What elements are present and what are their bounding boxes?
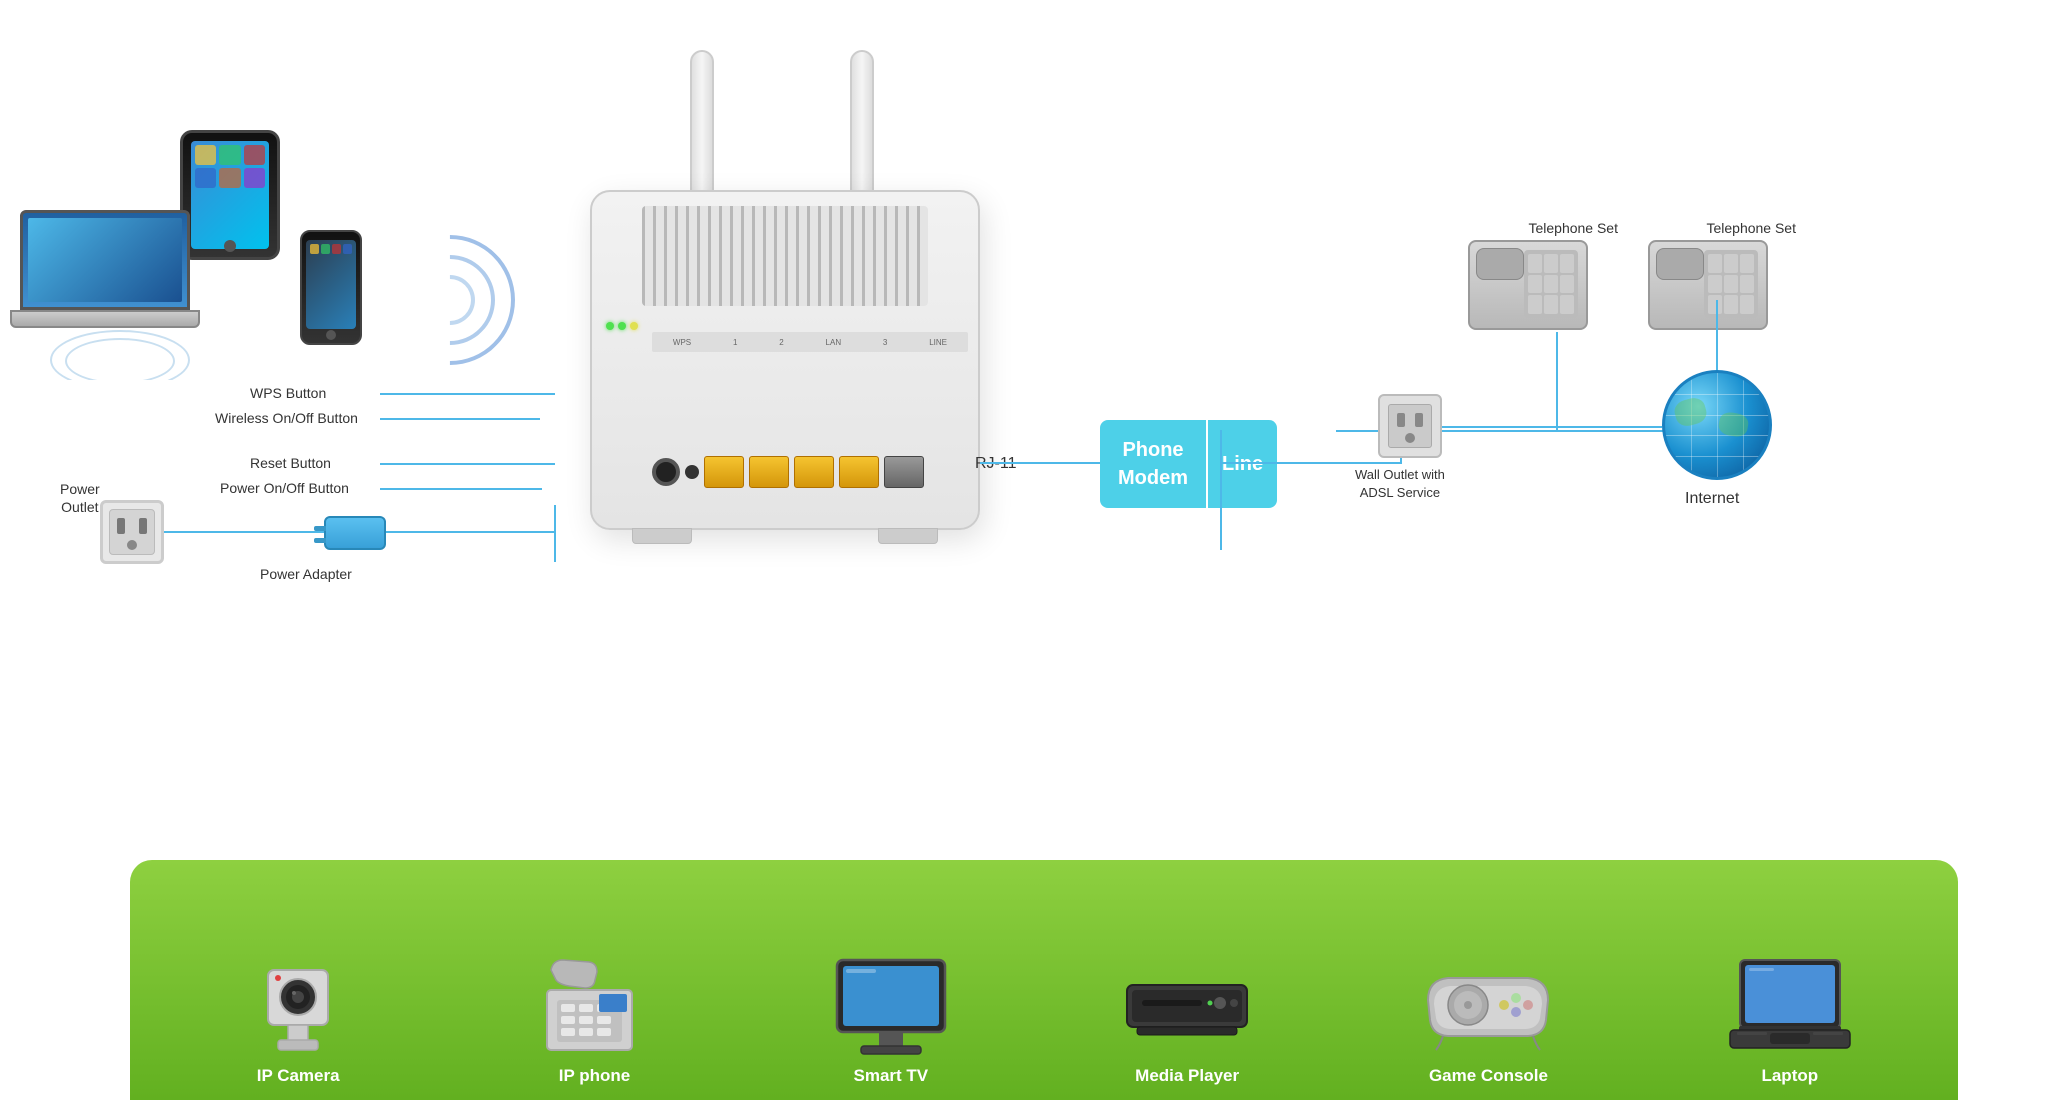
- telephone-set-1-label: Telephone Set: [1528, 220, 1618, 236]
- power-outlet: [100, 500, 164, 564]
- telephone-set-2: [1648, 240, 1778, 350]
- wireless-onoff-label: Wireless On/Off Button: [215, 410, 358, 428]
- router-central: WPS12LAN3LINE: [540, 50, 1020, 670]
- phonemodem-to-tel1-line: [1220, 430, 1222, 550]
- game-console-device: Game Console: [1406, 950, 1571, 1086]
- internet-label: Internet: [1685, 490, 1739, 508]
- reset-button-label: Reset Button: [250, 455, 331, 473]
- ip-camera-icon: [248, 950, 348, 1060]
- laptop-bottom-label: Laptop: [1761, 1066, 1818, 1086]
- mobile-phone-device: [300, 230, 362, 345]
- smart-tv-icon: [831, 950, 951, 1060]
- outlet-to-adapter-line: [164, 531, 324, 533]
- router-to-phonemodem-line: [980, 462, 1100, 464]
- tel1-horizontal-line: [1336, 430, 1586, 432]
- adapter-to-router-line: [386, 531, 554, 533]
- game-console-icon: [1418, 950, 1558, 1060]
- wall-to-internet-line: [1442, 426, 1662, 428]
- smart-tv-label: Smart TV: [853, 1066, 928, 1086]
- power-onoff-label: Power On/Off Button: [220, 480, 349, 498]
- internet-globe: [1662, 370, 1772, 480]
- media-player-device: Media Player: [1110, 950, 1265, 1086]
- label-line-reset: [380, 463, 555, 465]
- label-line-wireless: [380, 418, 540, 420]
- router-bottom-vline: [554, 505, 556, 562]
- phonemodem-to-wall-line-h: [1220, 462, 1400, 464]
- ip-phone-device: IP phone: [517, 950, 672, 1086]
- phone-modem-box: Phone Modem Line: [1100, 420, 1277, 508]
- power-adapter: [324, 516, 386, 550]
- ip-phone-label: IP phone: [559, 1066, 630, 1086]
- media-player-icon: [1122, 950, 1252, 1060]
- laptop-device: [20, 210, 200, 328]
- bottom-panel: IP Camera IP phone: [130, 860, 1958, 1100]
- wps-button-label: WPS Button: [250, 385, 326, 403]
- tel1-line-v: [1556, 332, 1558, 430]
- wall-outlet: [1378, 394, 1442, 458]
- laptop-bottom-icon: [1725, 950, 1855, 1060]
- telephone-set-2-label: Telephone Set: [1706, 220, 1796, 236]
- power-outlet-label: PowerOutlet: [60, 480, 100, 516]
- ip-camera-device: IP Camera: [221, 950, 376, 1086]
- power-adapter-label: Power Adapter: [260, 566, 352, 582]
- wifi-signal-arcs: [380, 230, 520, 370]
- label-line-wps: [380, 393, 555, 395]
- phone-label-box: Phone Modem: [1100, 420, 1206, 508]
- ip-camera-label: IP Camera: [257, 1066, 340, 1086]
- telephone-set-1: [1468, 240, 1598, 350]
- ip-phone-icon: [539, 950, 649, 1060]
- wall-outlet-label: Wall Outlet withADSL Service: [1355, 466, 1445, 502]
- laptop-bottom-device: Laptop: [1712, 950, 1867, 1086]
- router-body: WPS12LAN3LINE: [590, 190, 980, 530]
- media-player-label: Media Player: [1135, 1066, 1239, 1086]
- game-console-label: Game Console: [1429, 1066, 1548, 1086]
- label-line-power: [380, 488, 542, 490]
- line-label-box: Line: [1206, 420, 1277, 508]
- rj11-label: RJ-11: [975, 455, 1017, 473]
- smart-tv-device: Smart TV: [813, 950, 968, 1086]
